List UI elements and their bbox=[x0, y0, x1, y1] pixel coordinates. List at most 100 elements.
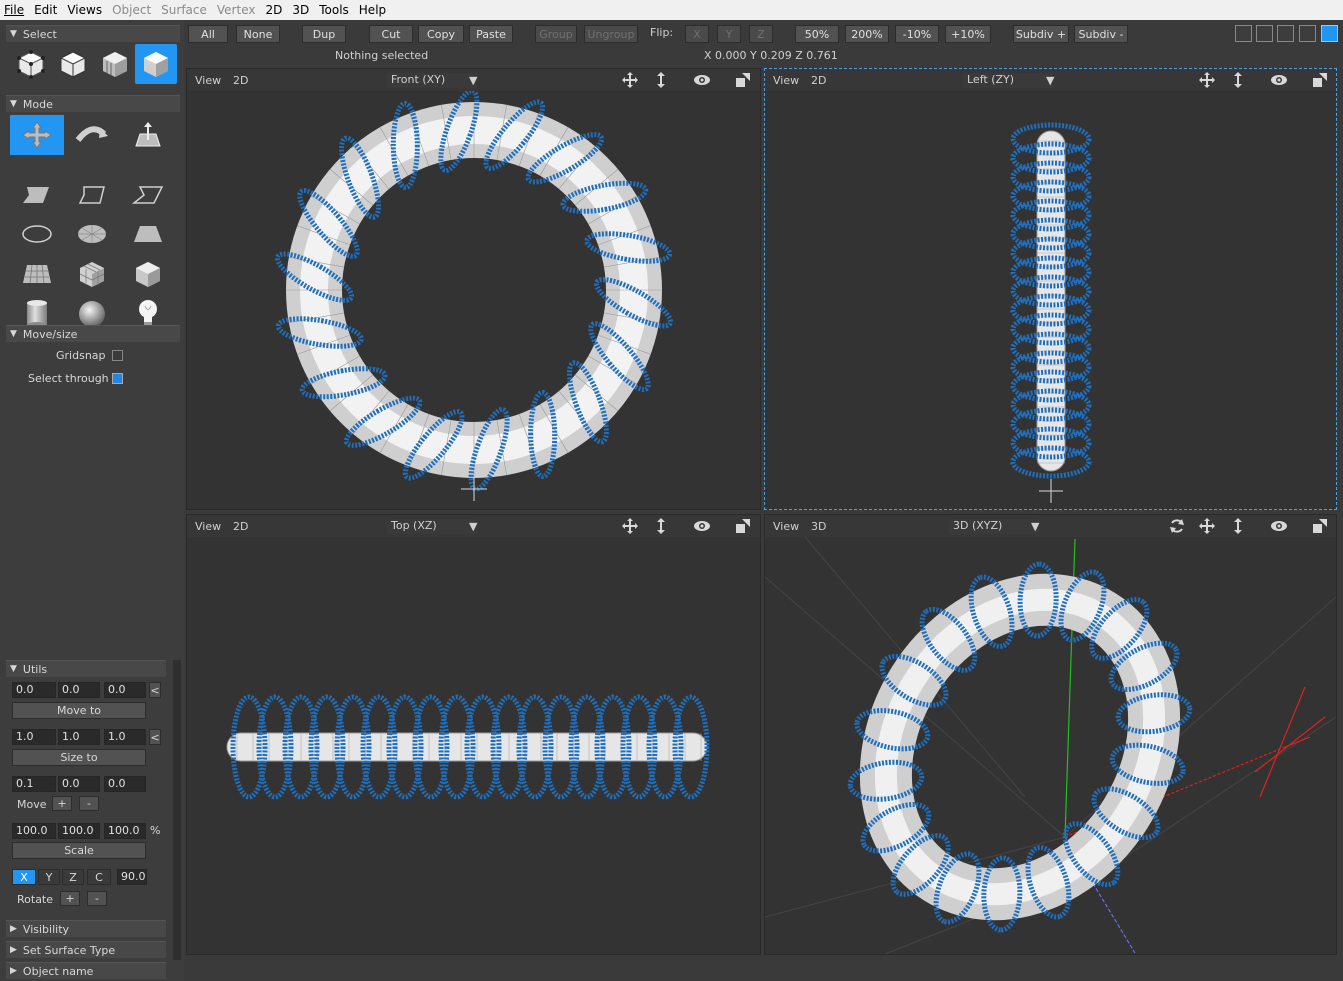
scale-z-field[interactable]: 100.0 bbox=[104, 823, 146, 839]
mode-move-button[interactable] bbox=[10, 115, 64, 155]
orbit-refresh-icon[interactable] bbox=[1169, 518, 1185, 534]
mode-extrude-button[interactable] bbox=[121, 115, 175, 155]
zoom-200-button[interactable]: 200% bbox=[845, 25, 889, 43]
viewport-3d[interactable]: View 3D 3D (XYZ) ▼ bbox=[764, 514, 1337, 955]
chevron-down-icon[interactable]: ▼ bbox=[1046, 74, 1054, 87]
move-x-field[interactable]: 0.0 bbox=[12, 682, 56, 698]
menu-surface[interactable]: Surface bbox=[161, 3, 207, 17]
axis-x-button[interactable]: X bbox=[12, 869, 36, 885]
layout-split-three-icon[interactable] bbox=[1299, 25, 1316, 42]
pan-icon[interactable] bbox=[1199, 518, 1215, 534]
select-none-button[interactable]: None bbox=[236, 25, 280, 43]
move-z-field[interactable]: 0.0 bbox=[104, 682, 146, 698]
viewport-projection-dropdown[interactable]: 3D (XYZ) bbox=[949, 519, 1039, 534]
chevron-down-icon[interactable]: ▼ bbox=[1031, 520, 1039, 533]
mode-section-header[interactable]: ▼ Mode bbox=[6, 95, 180, 112]
zoom-vertical-icon[interactable] bbox=[1230, 518, 1246, 534]
mode-shape-filled-button[interactable] bbox=[10, 175, 64, 215]
maximize-icon[interactable] bbox=[1312, 518, 1328, 534]
step-y-field[interactable]: 0.0 bbox=[58, 776, 100, 792]
gridsnap-checkbox[interactable] bbox=[112, 350, 123, 361]
paste-button[interactable]: Paste bbox=[469, 25, 513, 43]
cut-button[interactable]: Cut bbox=[369, 25, 413, 43]
move-get-button[interactable]: < bbox=[149, 682, 161, 698]
maximize-icon[interactable] bbox=[1312, 72, 1328, 88]
menu-2d[interactable]: 2D bbox=[265, 3, 282, 17]
menu-vertex[interactable]: Vertex bbox=[217, 3, 256, 17]
step-z-field[interactable]: 0.0 bbox=[104, 776, 146, 792]
eye-icon[interactable] bbox=[1271, 518, 1287, 534]
mode-cube-button[interactable] bbox=[121, 254, 175, 294]
scale-y-field[interactable]: 100.0 bbox=[58, 823, 100, 839]
rotate-angle-field[interactable]: 90.0 bbox=[117, 869, 147, 885]
step-x-field[interactable]: 0.1 bbox=[12, 776, 56, 792]
zoom-vertical-icon[interactable] bbox=[653, 72, 669, 88]
select-object-button[interactable] bbox=[135, 44, 177, 84]
mode-rotate-button[interactable] bbox=[65, 115, 119, 155]
viewport-view-menu[interactable]: View bbox=[773, 520, 799, 533]
eye-icon[interactable] bbox=[1271, 72, 1287, 88]
move-plus-button[interactable]: + bbox=[52, 796, 72, 811]
mode-ellipse-button[interactable] bbox=[10, 214, 64, 254]
menu-file[interactable]: File bbox=[4, 3, 24, 17]
move-to-button[interactable]: Move to bbox=[12, 702, 146, 719]
viewport-left[interactable]: View 2D Left (ZY) ▼ bbox=[764, 68, 1337, 510]
mode-plane-button[interactable] bbox=[121, 214, 175, 254]
viewport-view-menu[interactable]: View bbox=[195, 74, 221, 87]
object-name-section-header[interactable]: ▶ Object name bbox=[6, 962, 166, 979]
select-edge-button[interactable] bbox=[52, 44, 94, 84]
viewport-dim-label[interactable]: 2D bbox=[233, 520, 248, 533]
chevron-down-icon[interactable]: ▼ bbox=[469, 74, 477, 87]
layout-quad-icon[interactable] bbox=[1321, 25, 1338, 42]
maximize-icon[interactable] bbox=[735, 72, 751, 88]
menu-views[interactable]: Views bbox=[67, 3, 102, 17]
zoom-50-button[interactable]: 50% bbox=[795, 25, 839, 43]
menu-help[interactable]: Help bbox=[359, 3, 386, 17]
duplicate-button[interactable]: Dup bbox=[302, 25, 346, 43]
copy-button[interactable]: Copy bbox=[418, 25, 464, 43]
layout-split-right-icon[interactable] bbox=[1256, 25, 1273, 42]
move-y-field[interactable]: 0.0 bbox=[58, 682, 100, 698]
zoom-vertical-icon[interactable] bbox=[1230, 72, 1246, 88]
axis-c-button[interactable]: C bbox=[87, 869, 111, 885]
eye-icon[interactable] bbox=[694, 72, 710, 88]
select-section-header[interactable]: ▼ Select bbox=[6, 25, 180, 42]
visibility-section-header[interactable]: ▶ Visibility bbox=[6, 920, 166, 937]
scale-x-field[interactable]: 100.0 bbox=[12, 823, 56, 839]
mode-shape-outline-button[interactable] bbox=[65, 175, 119, 215]
maximize-icon[interactable] bbox=[735, 518, 751, 534]
viewport-dim-label[interactable]: 3D bbox=[811, 520, 826, 533]
size-z-field[interactable]: 1.0 bbox=[104, 729, 146, 745]
layout-split-bottom-icon[interactable] bbox=[1277, 25, 1294, 42]
subdiv-minus-button[interactable]: Subdiv - bbox=[1074, 25, 1128, 43]
pan-icon[interactable] bbox=[1199, 72, 1215, 88]
chevron-down-icon[interactable]: ▼ bbox=[469, 520, 477, 533]
menu-3d[interactable]: 3D bbox=[292, 3, 309, 17]
axis-y-button[interactable]: Y bbox=[38, 869, 60, 885]
mode-grid-button[interactable] bbox=[10, 254, 64, 294]
mode-disc-button[interactable] bbox=[65, 214, 119, 254]
menu-object[interactable]: Object bbox=[112, 3, 151, 17]
eye-icon[interactable] bbox=[694, 518, 710, 534]
viewport-dim-label[interactable]: 2D bbox=[233, 74, 248, 87]
zoom-vertical-icon[interactable] bbox=[653, 518, 669, 534]
utils-section-header[interactable]: ▼ Utils bbox=[6, 660, 166, 677]
flip-x-button[interactable]: X bbox=[685, 25, 709, 43]
viewport-front[interactable]: View 2D Front (XY) ▼ bbox=[186, 68, 761, 510]
axis-z-button[interactable]: Z bbox=[62, 869, 84, 885]
viewport-dim-label[interactable]: 2D bbox=[811, 74, 826, 87]
rotate-plus-button[interactable]: + bbox=[60, 891, 80, 906]
subdiv-plus-button[interactable]: Subdiv + bbox=[1013, 25, 1069, 43]
mode-gridcube-button[interactable] bbox=[65, 254, 119, 294]
size-to-button[interactable]: Size to bbox=[12, 749, 146, 766]
size-y-field[interactable]: 1.0 bbox=[58, 729, 100, 745]
surface-type-section-header[interactable]: ▶ Set Surface Type bbox=[6, 941, 166, 958]
rotate-minus-button[interactable]: - bbox=[87, 891, 107, 906]
select-through-checkbox[interactable] bbox=[112, 373, 123, 384]
plus-10-button[interactable]: +10% bbox=[945, 25, 991, 43]
menu-tools[interactable]: Tools bbox=[319, 3, 349, 17]
pan-icon[interactable] bbox=[622, 518, 638, 534]
pan-icon[interactable] bbox=[622, 72, 638, 88]
move-minus-button[interactable]: - bbox=[79, 796, 99, 811]
mode-shape-skew-button[interactable] bbox=[121, 175, 175, 215]
